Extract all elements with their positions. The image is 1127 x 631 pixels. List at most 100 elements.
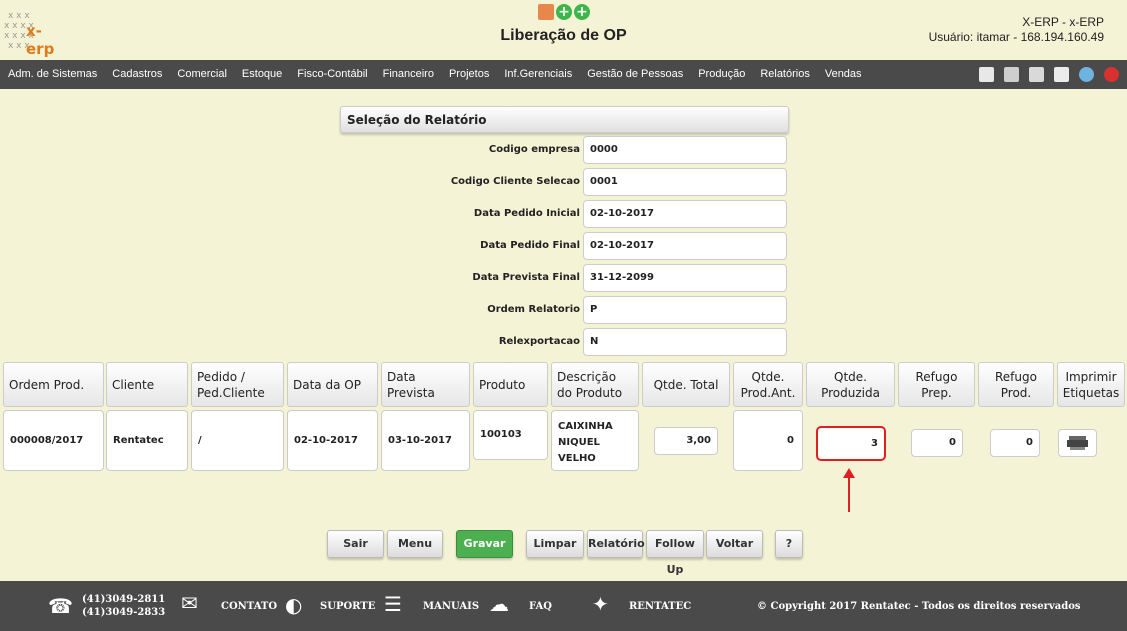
printer-icon[interactable] [1004,67,1019,82]
field-data-pedido-inicial: Data Pedido Inicial 02-10-2017 [340,200,789,230]
suporte-link[interactable]: SUPORTE [320,601,375,612]
print-labels-button[interactable] [1058,429,1097,457]
field-label: Data Prevista Final [472,272,580,283]
sair-button[interactable]: Sair [327,530,384,558]
refugo-prod-input[interactable]: 0 [990,429,1040,457]
menu-cadastros[interactable]: Cadastros [112,68,162,80]
main-menubar: Adm. de Sistemas Cadastros Comercial Est… [0,60,1127,89]
cell-pedido: / [191,410,284,471]
cell-qtde-prod-ant: 0 [733,410,803,471]
system-info: X-ERP - x-ERP Usuário: itamar - 168.194.… [929,15,1104,45]
voltar-button[interactable]: Voltar [706,530,763,558]
cliente-value: Rentatec [113,435,164,446]
headset-icon: ◐ [285,593,303,617]
cell-ordem-prod: 000008/2017 [3,410,104,471]
header-refugo-prod: Refugo Prod. [978,362,1054,407]
relexportacao-input[interactable]: N [583,328,787,356]
user-info: Usuário: itamar - 168.194.160.49 [928,30,1104,44]
qtde-prod-ant-value: 0 [787,435,794,446]
cell-data-prevista: 03-10-2017 [381,410,470,471]
qtde-total-input[interactable]: 3,00 [654,427,718,455]
help-button[interactable]: ? [775,530,803,558]
header: x x x x x x x x x x x x x x x-erp + + Li… [0,0,1127,60]
cell-produto: 100103 [473,410,548,460]
system-name: X-ERP - x-ERP [1022,15,1104,29]
header-descricao: Descrição do Produto [551,362,639,407]
field-data-prevista-final: Data Prevista Final 31-12-2099 [340,264,789,294]
rentatec-link[interactable]: RENTATEC [629,601,691,612]
field-codigo-empresa: Codigo empresa 0000 [340,136,789,166]
footer: ☎ (41)3049-2811 (41)3049-2833 ✉ CONTATO … [0,581,1127,631]
codigo-cliente-input[interactable]: 0001 [583,168,787,196]
codigo-empresa-input[interactable]: 0000 [583,136,787,164]
document-icon[interactable] [1029,67,1044,82]
cell-data-op: 02-10-2017 [287,410,378,471]
report-icon[interactable] [1054,67,1069,82]
header-qtde-total: Qtde. Total [642,362,730,407]
header-data-prevista: Data Prevista [381,362,470,407]
globe-icon[interactable] [1079,67,1094,82]
add-new-icon[interactable]: + [574,4,590,20]
menu-relatorios[interactable]: Relatórios [760,68,810,80]
follow-up-button[interactable]: Follow Up [646,530,704,576]
home-icon[interactable] [979,67,994,82]
ordem-prod-value: 000008/2017 [10,435,84,446]
data-pedido-inicial-input[interactable]: 02-10-2017 [583,200,787,228]
menu-adm-sistemas[interactable]: Adm. de Sistemas [8,68,97,80]
contato-link[interactable]: CONTATO [221,601,277,612]
data-prevista-value: 03-10-2017 [388,435,452,446]
main-menu: Adm. de Sistemas Cadastros Comercial Est… [8,68,862,80]
header-produto: Produto [473,362,548,407]
limpar-button[interactable]: Limpar [526,530,584,558]
power-icon[interactable] [1104,67,1119,82]
menu-gestao-pessoas[interactable]: Gestão de Pessoas [587,68,683,80]
gravar-button[interactable]: Gravar [456,530,513,558]
copyright: © Copyright 2017 Rentatec - Todos os dir… [757,601,1081,612]
menu-projetos[interactable]: Projetos [449,68,489,80]
refugo-prep-input[interactable]: 0 [911,429,963,457]
add-icon[interactable]: + [556,4,572,20]
ordem-relatorio-input[interactable]: P [583,296,787,324]
printer-icon [1067,436,1088,450]
mail-icon: ✉ [181,591,198,615]
header-cliente: Cliente [106,362,188,407]
menu-fisco-contabil[interactable]: Fisco-Contábil [297,68,367,80]
report-doc-icon[interactable] [538,4,554,20]
pedido-value: / [198,435,202,446]
menu-inf-gerenciais[interactable]: Inf.Gerenciais [504,68,572,80]
header-refugo-prep: Refugo Prep. [898,362,975,407]
menu-financeiro[interactable]: Financeiro [383,68,434,80]
field-label: Data Pedido Inicial [473,208,580,219]
field-label: Codigo Cliente Selecao [450,176,580,187]
relatorio-button[interactable]: Relatório [587,530,645,558]
cell-descricao: CAIXINHA NIQUEL VELHO [551,410,639,471]
produto-value: 100103 [480,429,522,440]
top-icons: + + [538,4,590,20]
books-icon: ☰ [384,592,402,616]
data-pedido-final-input[interactable]: 02-10-2017 [583,232,787,260]
header-imprimir-etiquetas: Imprimir Etiquetas [1057,362,1125,407]
faq-link[interactable]: FAQ [529,601,552,612]
field-label: Codigo empresa [488,144,580,155]
header-ordem-prod: Ordem Prod. [3,362,104,407]
qtde-produzida-input[interactable]: 3 [816,426,886,461]
field-ordem-relatorio: Ordem Relatorio P [340,296,789,326]
menu-vendas[interactable]: Vendas [825,68,862,80]
rentatec-logo-icon: ✦ [592,592,609,616]
manuais-link[interactable]: MANUAIS [423,601,479,612]
menu-estoque[interactable]: Estoque [242,68,282,80]
menu-comercial[interactable]: Comercial [177,68,227,80]
field-label: Relexportacao [498,336,580,347]
phone-2: (41)3049-2833 [82,607,166,618]
field-data-pedido-final: Data Pedido Final 02-10-2017 [340,232,789,262]
menu-icons [979,67,1119,82]
menu-producao[interactable]: Produção [698,68,745,80]
descricao-value: CAIXINHA NIQUEL VELHO [558,421,613,464]
data-prevista-final-input[interactable]: 31-12-2099 [583,264,787,292]
menu-button[interactable]: Menu [387,530,443,558]
field-label: Data Pedido Final [480,240,580,251]
highlight-arrow [843,468,855,512]
header-qtde-prod-ant: Qtde. Prod.Ant. [733,362,803,407]
section-title: Seleção do Relatório [340,106,789,133]
faq-icon: ☁ [489,592,509,616]
